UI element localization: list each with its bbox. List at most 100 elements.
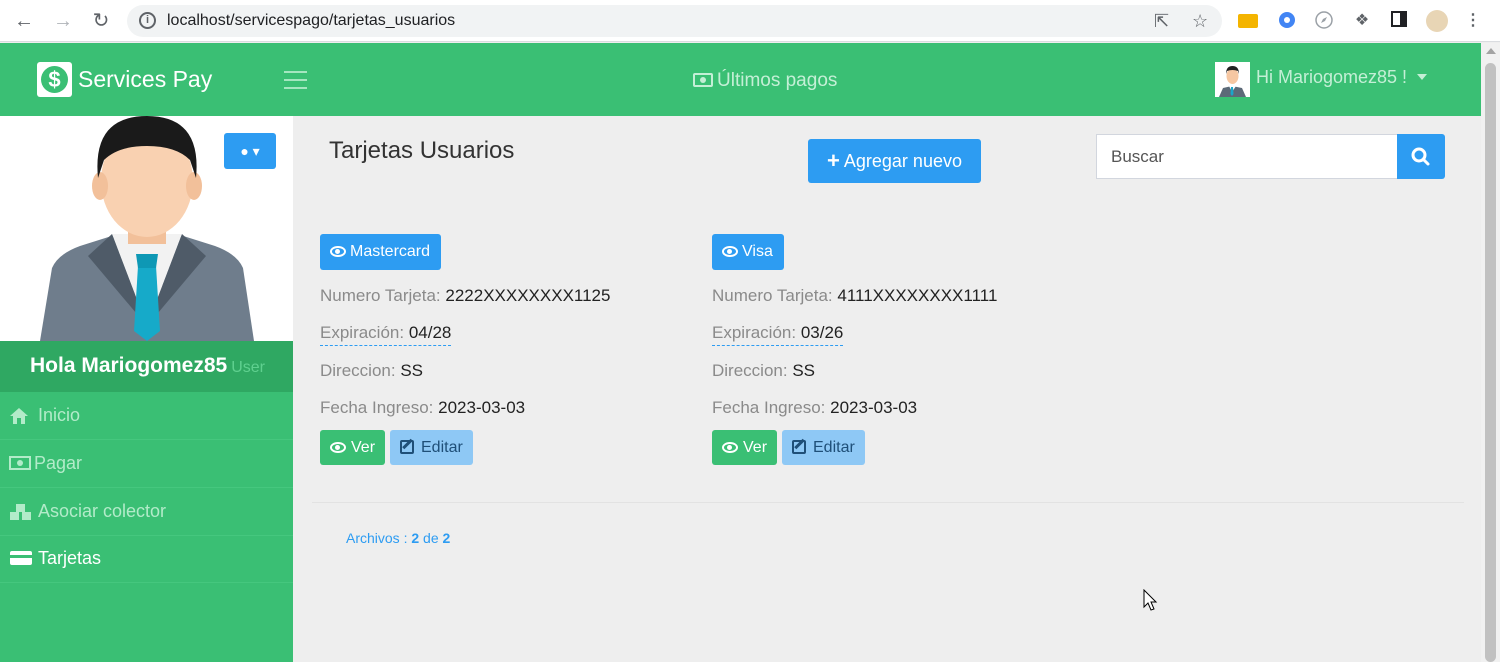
address-label: Direccion: [320,361,396,380]
ver-label: Ver [743,439,768,456]
bookmark-star-icon[interactable]: ☆ [1192,11,1208,32]
card-number-value: 4111XXXXXXXX1111 [837,286,998,305]
ver-label: Ver [351,439,376,456]
money-icon [9,455,31,473]
extension-icon[interactable] [1238,14,1258,28]
scrollbar-thumb[interactable] [1485,63,1496,662]
sidebar-item-label: Asociar colector [38,501,167,521]
editar-label: Editar [813,439,855,456]
sidebar-item-pagar[interactable]: Pagar [0,441,293,488]
edit-icon [400,440,414,454]
brand-label: Mastercard [350,243,431,260]
home-icon [9,407,31,425]
eye-icon [722,442,738,453]
add-new-button[interactable]: + Agregar nuevo [808,139,981,183]
money-icon [693,73,713,87]
share-icon[interactable]: ⇱ [1154,11,1169,32]
scroll-up-arrow-icon[interactable] [1486,48,1496,54]
expiration-row[interactable]: Expiración: 03/26 [712,323,844,346]
date-row: Fecha Ingreso: 2023-03-03 [712,398,917,418]
sidebar-item-inicio[interactable]: Inicio [0,393,293,440]
browser-toolbar: ← → ↻ i localhost/servicespago/tarjetas_… [0,0,1500,42]
forward-arrow-icon[interactable]: → [51,9,75,33]
sidebar-item-tarjetas[interactable]: Tarjetas [0,536,293,583]
hamburger-menu-icon[interactable] [284,71,307,89]
puzzle-extensions-icon[interactable]: ❖ [1351,10,1373,32]
editar-button[interactable]: Editar [390,430,473,465]
sidebar-item-label: Inicio [38,405,81,425]
records-count: Archivos : 2 de 2 [346,530,450,546]
side-panel-icon[interactable] [1388,10,1410,32]
sidebar-item-label: Pagar [34,453,83,473]
brand-name[interactable]: Services Pay [78,66,212,93]
editar-button[interactable]: Editar [782,430,865,465]
expiration-label: Expiración: [712,323,797,342]
eye-icon [330,246,346,257]
address-value: SS [400,361,424,380]
card-number-value: 2222XXXXXXXX1125 [445,286,611,305]
eye-icon [722,246,738,257]
page-scrollbar[interactable] [1481,43,1500,662]
card-number-row: Numero Tarjeta: 4111XXXXXXXX1111 [712,286,997,306]
ver-button[interactable]: Ver [712,430,777,465]
hola-username: Hola Mariogomez85 [30,354,228,377]
expiration-value: 04/28 [408,323,452,342]
site-info-icon[interactable]: i [139,12,156,29]
plus-icon: + [827,148,840,173]
date-label: Fecha Ingreso: [320,398,434,417]
view-brand-button[interactable]: Visa [712,234,784,270]
card-mastercard: Mastercard Numero Tarjeta: 2222XXXXXXXX1… [320,234,680,474]
reload-icon[interactable]: ↻ [89,9,113,33]
sidebar: ● ▾ Hola Mariogomez85 User Inicio Pagar A… [0,116,293,662]
sidebar-item-asociar-colector[interactable]: Asociar colector [0,489,293,536]
card-number-label: Numero Tarjeta: [320,286,441,305]
editar-label: Editar [421,439,463,456]
search-icon [1411,147,1430,166]
mouse-cursor-icon [1143,588,1159,618]
eye-icon [330,442,346,453]
profile-picture: ● ▾ [0,116,293,341]
cubes-icon [9,503,31,521]
address-bar[interactable]: i localhost/servicespago/tarjetas_usuari… [127,5,1222,37]
search-button[interactable] [1397,134,1445,179]
records-label: Archivos : [346,530,408,546]
address-value: SS [792,361,816,380]
add-new-label: Agregar nuevo [843,151,962,171]
profile-options-button[interactable]: ● ▾ [224,133,276,169]
top-navbar: $ Services Pay Últimos pagos Hi Mariogom… [0,43,1481,116]
ver-button[interactable]: Ver [320,430,385,465]
compass-icon[interactable] [1313,10,1335,32]
greeting-text: Hi Mariogomez85 ! [1256,67,1408,87]
browser-menu-icon[interactable]: ⋮ [1462,10,1484,32]
expiration-value: 03/26 [800,323,844,342]
brand-label: Visa [742,243,773,260]
date-row: Fecha Ingreso: 2023-03-03 [320,398,525,418]
ultimos-pagos-link[interactable]: Últimos pagos [693,70,837,92]
credit-card-icon [9,550,32,568]
expiration-label: Expiración: [320,323,405,342]
card-number-row: Numero Tarjeta: 2222XXXXXXXX1125 [320,286,610,306]
edit-icon [792,440,806,454]
url-text[interactable]: localhost/servicespago/tarjetas_usuarios [167,12,455,30]
caret-down-icon [1417,74,1428,80]
records-current: 2 [411,530,420,546]
address-row: Direccion: SS [712,361,815,381]
ultimos-pagos-label: Últimos pagos [717,70,838,91]
extension-hexagon-icon[interactable] [1276,10,1298,32]
date-label: Fecha Ingreso: [712,398,826,417]
back-arrow-icon[interactable]: ← [12,9,36,33]
card-visa: Visa Numero Tarjeta: 4111XXXXXXXX1111 Ex… [712,234,1072,474]
content-divider [312,502,1464,503]
browser-profile-avatar[interactable] [1426,10,1448,32]
page-title: Tarjetas Usuarios [329,137,515,164]
view-brand-button[interactable]: Mastercard [320,234,442,270]
card-number-label: Numero Tarjeta: [712,286,833,305]
sidebar-item-label: Tarjetas [38,548,102,568]
user-avatar[interactable] [1215,62,1250,97]
expiration-row[interactable]: Expiración: 04/28 [320,323,452,346]
user-greeting-bar: Hola Mariogomez85 User [0,341,293,392]
dollar-logo-icon: $ [37,62,72,97]
search-input[interactable] [1096,134,1398,179]
date-value: 2023-03-03 [438,398,526,417]
user-dropdown[interactable]: Hi Mariogomez85 ! [1256,67,1428,88]
